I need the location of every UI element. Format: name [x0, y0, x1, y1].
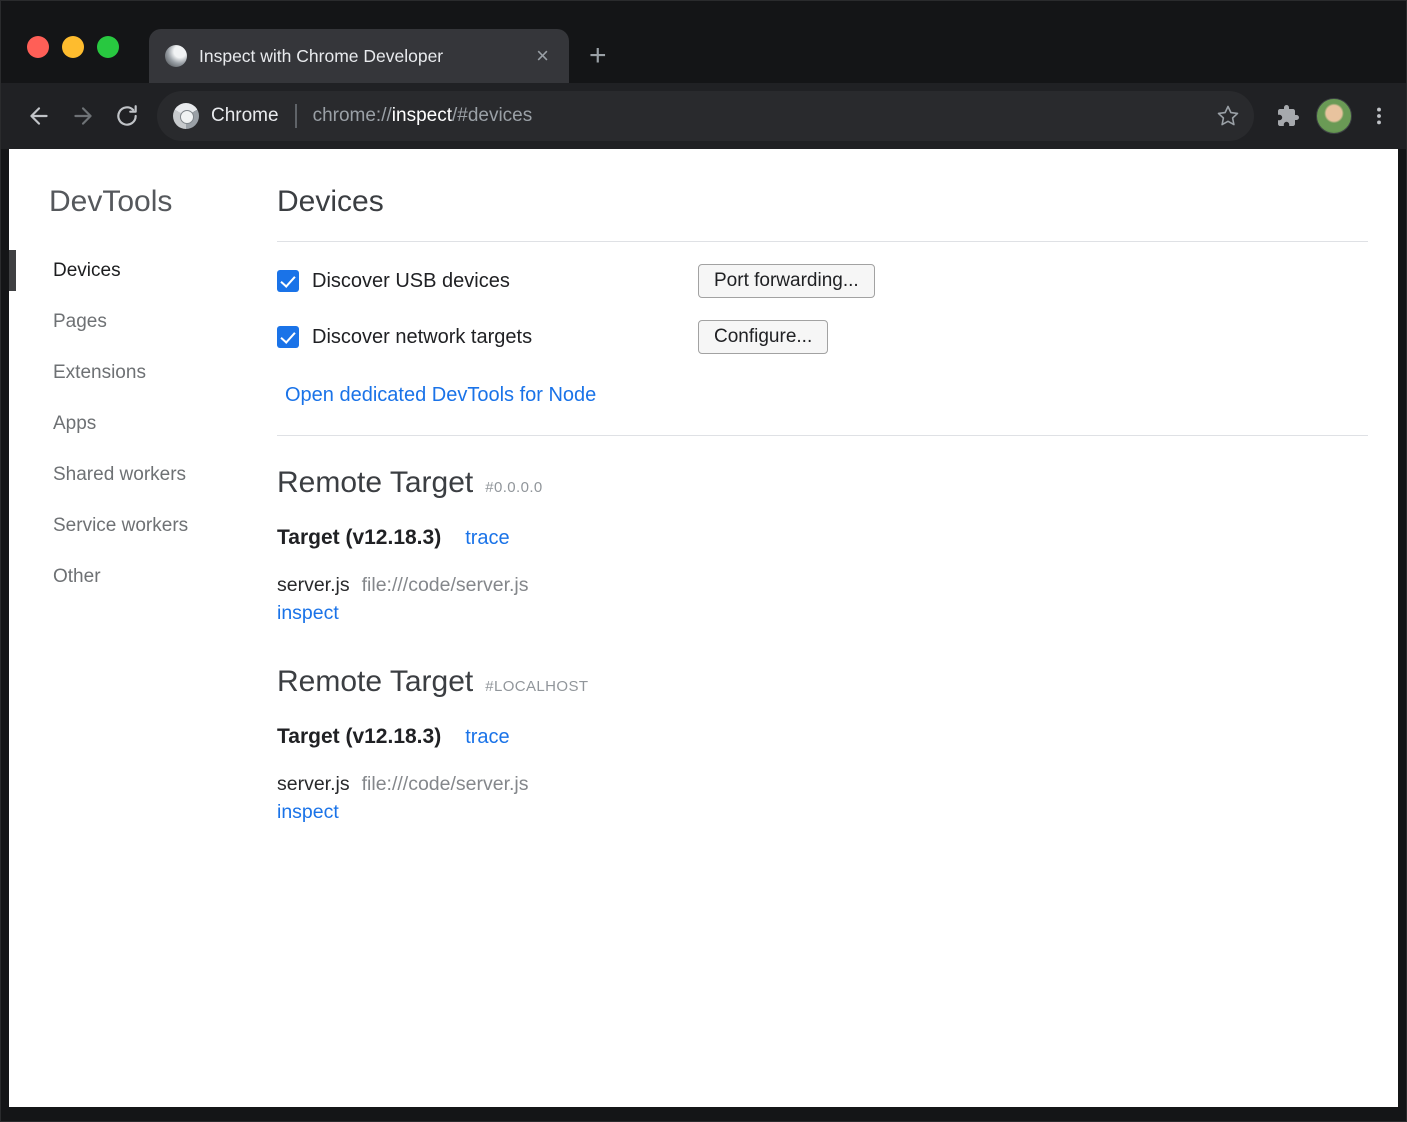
- target-file-name: server.js: [277, 574, 350, 597]
- remote-target-heading: Remote Target: [277, 466, 473, 500]
- bookmark-button[interactable]: [1216, 104, 1240, 128]
- divider: [277, 241, 1368, 242]
- forward-arrow-icon: [70, 103, 96, 129]
- reload-icon: [114, 103, 140, 129]
- url-scheme: chrome://: [313, 105, 392, 126]
- puzzle-icon: [1276, 104, 1300, 128]
- chrome-logo-icon: [173, 103, 199, 129]
- remote-target-section: Remote Target #LOCALHOST Target (v12.18.…: [277, 665, 1368, 824]
- tab-title: Inspect with Chrome Developer: [199, 46, 532, 67]
- remote-target-heading: Remote Target: [277, 665, 473, 699]
- browser-toolbar: Chrome chrome://inspect/#devices: [1, 83, 1406, 149]
- url-rest: /#devices: [452, 105, 532, 126]
- back-button[interactable]: [17, 94, 61, 138]
- discover-network-label: Discover network targets: [312, 326, 532, 349]
- trace-link[interactable]: trace: [465, 527, 509, 550]
- sidebar-item-shared-workers[interactable]: Shared workers: [9, 449, 269, 500]
- main-panel: Devices Discover USB devices Port forwar…: [269, 149, 1398, 1107]
- url-text: chrome://inspect/#devices: [313, 105, 533, 127]
- sidebar-item-devices[interactable]: Devices: [9, 245, 269, 296]
- target-name-row: Target (v12.18.3) trace: [277, 526, 1368, 550]
- toolbar-right: [1276, 98, 1390, 134]
- discover-usb-label: Discover USB devices: [312, 270, 510, 293]
- target-name: Target (v12.18.3): [277, 526, 441, 550]
- profile-avatar[interactable]: [1316, 98, 1352, 134]
- page-content: DevTools Devices Pages Extensions Apps S…: [9, 149, 1398, 1107]
- target-name: Target (v12.18.3): [277, 725, 441, 749]
- sidebar-item-apps[interactable]: Apps: [9, 398, 269, 449]
- remote-target-section: Remote Target #0.0.0.0 Target (v12.18.3)…: [277, 466, 1368, 625]
- inspect-link[interactable]: inspect: [277, 602, 339, 625]
- discover-usb-checkbox[interactable]: [277, 270, 299, 292]
- remote-target-heading-row: Remote Target #0.0.0.0: [277, 466, 1368, 500]
- sidebar-item-other[interactable]: Other: [9, 551, 269, 602]
- trace-link[interactable]: trace: [465, 726, 509, 749]
- target-name-row: Target (v12.18.3) trace: [277, 725, 1368, 749]
- sidebar-item-pages[interactable]: Pages: [9, 296, 269, 347]
- tab-close-icon[interactable]: [532, 43, 553, 69]
- forward-button[interactable]: [61, 94, 105, 138]
- browser-window: Inspect with Chrome Developer Chrome chr…: [0, 0, 1407, 1122]
- reload-button[interactable]: [105, 94, 149, 138]
- target-file-row: server.js file:///code/server.js: [277, 574, 1368, 597]
- target-file-name: server.js: [277, 773, 350, 796]
- sidebar-item-service-workers[interactable]: Service workers: [9, 500, 269, 551]
- discover-network-row: Discover network targets Configure...: [277, 318, 1368, 356]
- discover-usb-row: Discover USB devices Port forwarding...: [277, 262, 1368, 300]
- target-file-row: server.js file:///code/server.js: [277, 773, 1368, 796]
- sidebar-item-extensions[interactable]: Extensions: [9, 347, 269, 398]
- address-bar[interactable]: Chrome chrome://inspect/#devices: [157, 91, 1254, 141]
- new-tab-button[interactable]: [589, 29, 607, 83]
- omnibox-app-name: Chrome: [211, 105, 279, 127]
- omnibox-divider: [295, 104, 297, 128]
- browser-menu-button[interactable]: [1368, 105, 1390, 127]
- window-controls: [27, 36, 119, 58]
- divider: [277, 435, 1368, 436]
- star-icon: [1216, 104, 1240, 128]
- discover-network-group: Discover network targets: [277, 326, 698, 349]
- target-file-path: file:///code/server.js: [362, 773, 529, 796]
- inspect-link[interactable]: inspect: [277, 801, 339, 824]
- remote-target-id: #0.0.0.0: [485, 479, 542, 496]
- browser-tab[interactable]: Inspect with Chrome Developer: [149, 29, 569, 83]
- discover-network-checkbox[interactable]: [277, 326, 299, 348]
- discover-usb-group: Discover USB devices: [277, 270, 698, 293]
- sidebar-title: DevTools: [49, 185, 269, 219]
- window-close-button[interactable]: [27, 36, 49, 58]
- port-forwarding-button[interactable]: Port forwarding...: [698, 264, 875, 298]
- sidebar: DevTools Devices Pages Extensions Apps S…: [9, 149, 269, 1107]
- open-node-devtools-link[interactable]: Open dedicated DevTools for Node: [285, 384, 596, 407]
- window-minimize-button[interactable]: [62, 36, 84, 58]
- remote-target-id: #LOCALHOST: [485, 678, 588, 695]
- target-file-path: file:///code/server.js: [362, 574, 529, 597]
- kebab-menu-icon: [1368, 105, 1390, 127]
- tab-strip: Inspect with Chrome Developer: [1, 1, 1406, 83]
- window-zoom-button[interactable]: [97, 36, 119, 58]
- page-title: Devices: [277, 185, 1368, 219]
- back-arrow-icon: [26, 103, 52, 129]
- url-highlight: inspect: [392, 105, 452, 126]
- remote-target-heading-row: Remote Target #LOCALHOST: [277, 665, 1368, 699]
- configure-button[interactable]: Configure...: [698, 320, 828, 354]
- extensions-button[interactable]: [1276, 104, 1300, 128]
- tab-favicon-icon: [165, 45, 187, 67]
